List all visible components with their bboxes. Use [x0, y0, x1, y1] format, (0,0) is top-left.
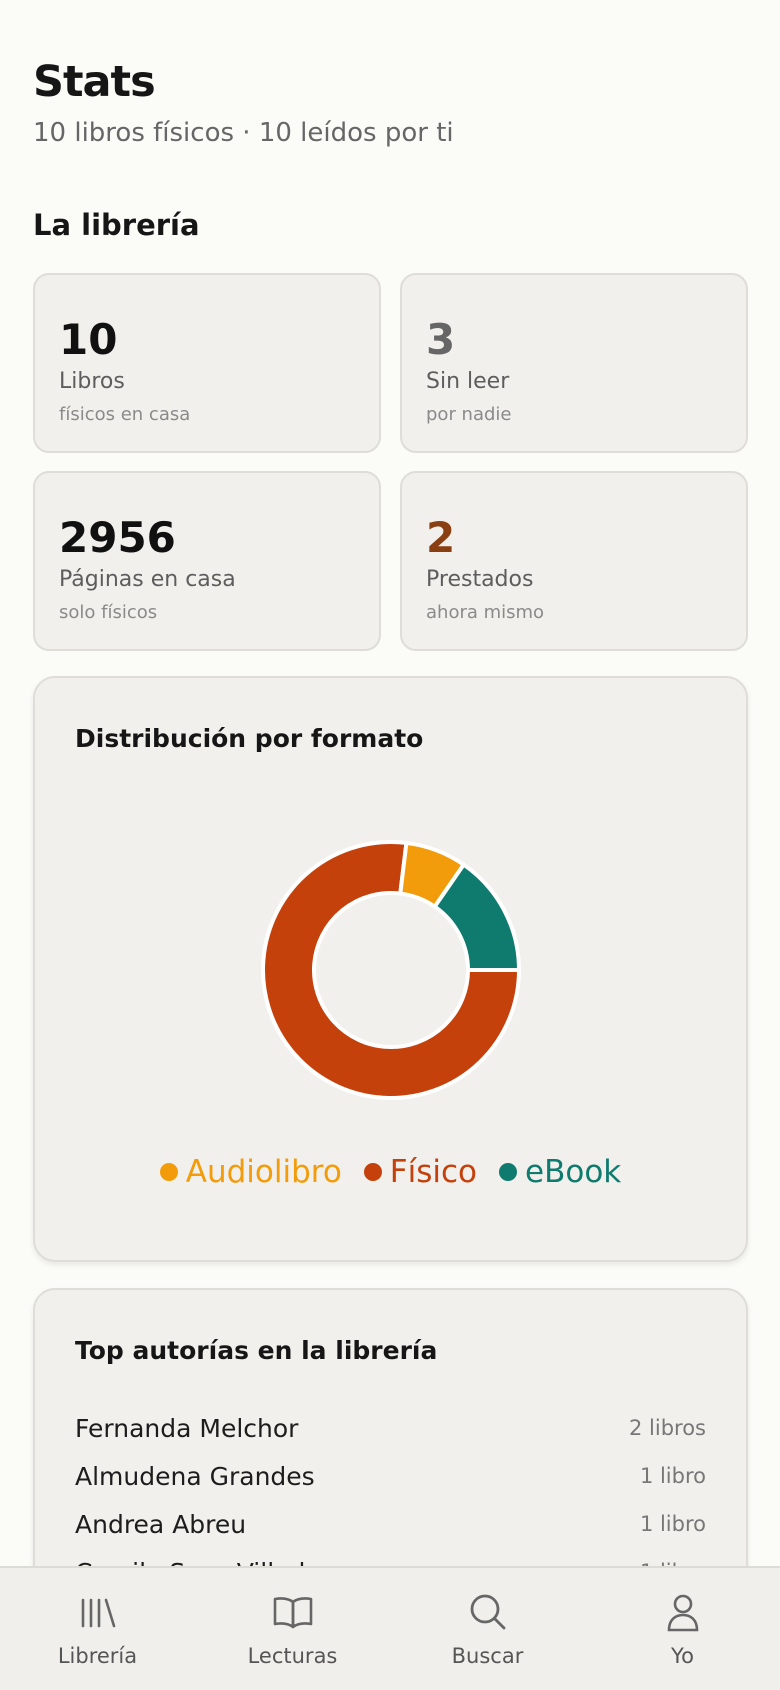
- stat-card-unread: 3 Sin leer por nadie: [400, 273, 748, 453]
- stat-sub-books: físicos en casa: [59, 404, 191, 425]
- author-count: 2 libros: [629, 1416, 706, 1440]
- top-authors-title: Top autorías en la librería: [75, 1336, 438, 1365]
- author-row[interactable]: Andrea Abreu 1 libro: [75, 1502, 706, 1546]
- author-count: 1 libro: [639, 1512, 706, 1536]
- search-icon: [470, 1594, 505, 1630]
- nav-item-readings[interactable]: Lecturas: [213, 1568, 373, 1690]
- author-row[interactable]: Almudena Grandes 1 libro: [75, 1454, 706, 1498]
- author-row[interactable]: Fernanda Melchor 2 libros: [75, 1406, 706, 1450]
- stat-value-lent: 2: [426, 513, 456, 562]
- stat-label-unread: Sin leer: [426, 369, 510, 394]
- legend-dot-audiobook: [159, 1163, 178, 1181]
- legend-item-ebook: eBook: [499, 1154, 621, 1190]
- nav-item-me[interactable]: Yo: [603, 1568, 763, 1690]
- stat-card-pages: 2956 Páginas en casa solo físicos: [33, 471, 381, 651]
- stat-value-unread: 3: [426, 315, 456, 364]
- author-name: Andrea Abreu: [75, 1509, 247, 1539]
- legend-dot-ebook: [499, 1163, 518, 1181]
- section-title-library: La librería: [33, 208, 200, 242]
- legend-dot-physical: [363, 1163, 382, 1181]
- nav-label-readings: Lecturas: [247, 1644, 338, 1668]
- stat-value-pages: 2956: [59, 513, 176, 562]
- stat-label-pages: Páginas en casa: [59, 567, 236, 592]
- stat-card-lent: 2 Prestados ahora mismo: [400, 471, 748, 651]
- user-icon: [667, 1594, 698, 1632]
- stat-value-books: 10: [59, 315, 118, 364]
- nav-label-library: Librería: [57, 1644, 138, 1668]
- book-open-icon: [273, 1597, 312, 1629]
- stat-sub-lent: ahora mismo: [426, 602, 545, 623]
- author-name: Fernanda Melchor: [75, 1413, 299, 1443]
- stat-card-books: 10 Libros físicos en casa: [33, 273, 381, 453]
- nav-item-search[interactable]: Buscar: [408, 1568, 568, 1690]
- legend-item-audiobook: Audiolibro: [159, 1154, 342, 1190]
- bottom-navigation: Librería Lecturas Buscar Yo: [0, 1566, 780, 1690]
- legend-item-physical: Físico: [363, 1154, 478, 1190]
- nav-item-library[interactable]: Librería: [18, 1568, 178, 1690]
- stat-sub-pages: solo físicos: [59, 602, 158, 623]
- nav-label-me: Yo: [671, 1644, 694, 1668]
- page-subtitle: 10 libros físicos · 10 leídos por ti: [33, 118, 454, 148]
- stat-label-books: Libros: [59, 369, 125, 394]
- format-distribution-card: Distribución por formato Audiolibro Físi…: [33, 676, 748, 1262]
- stat-label-lent: Prestados: [426, 567, 534, 592]
- legend-label-ebook: eBook: [525, 1154, 622, 1190]
- page-title: Stats: [33, 57, 156, 107]
- stat-sub-unread: por nadie: [426, 404, 512, 425]
- legend-label-physical: Físico: [389, 1154, 478, 1190]
- author-count: 1 libro: [639, 1464, 706, 1488]
- library-icon: [81, 1598, 115, 1628]
- chart-legend: Audiolibro Físico eBook: [35, 1154, 746, 1190]
- legend-label-audiobook: Audiolibro: [185, 1154, 342, 1190]
- author-name: Almudena Grandes: [75, 1461, 315, 1491]
- nav-label-search: Buscar: [451, 1644, 524, 1668]
